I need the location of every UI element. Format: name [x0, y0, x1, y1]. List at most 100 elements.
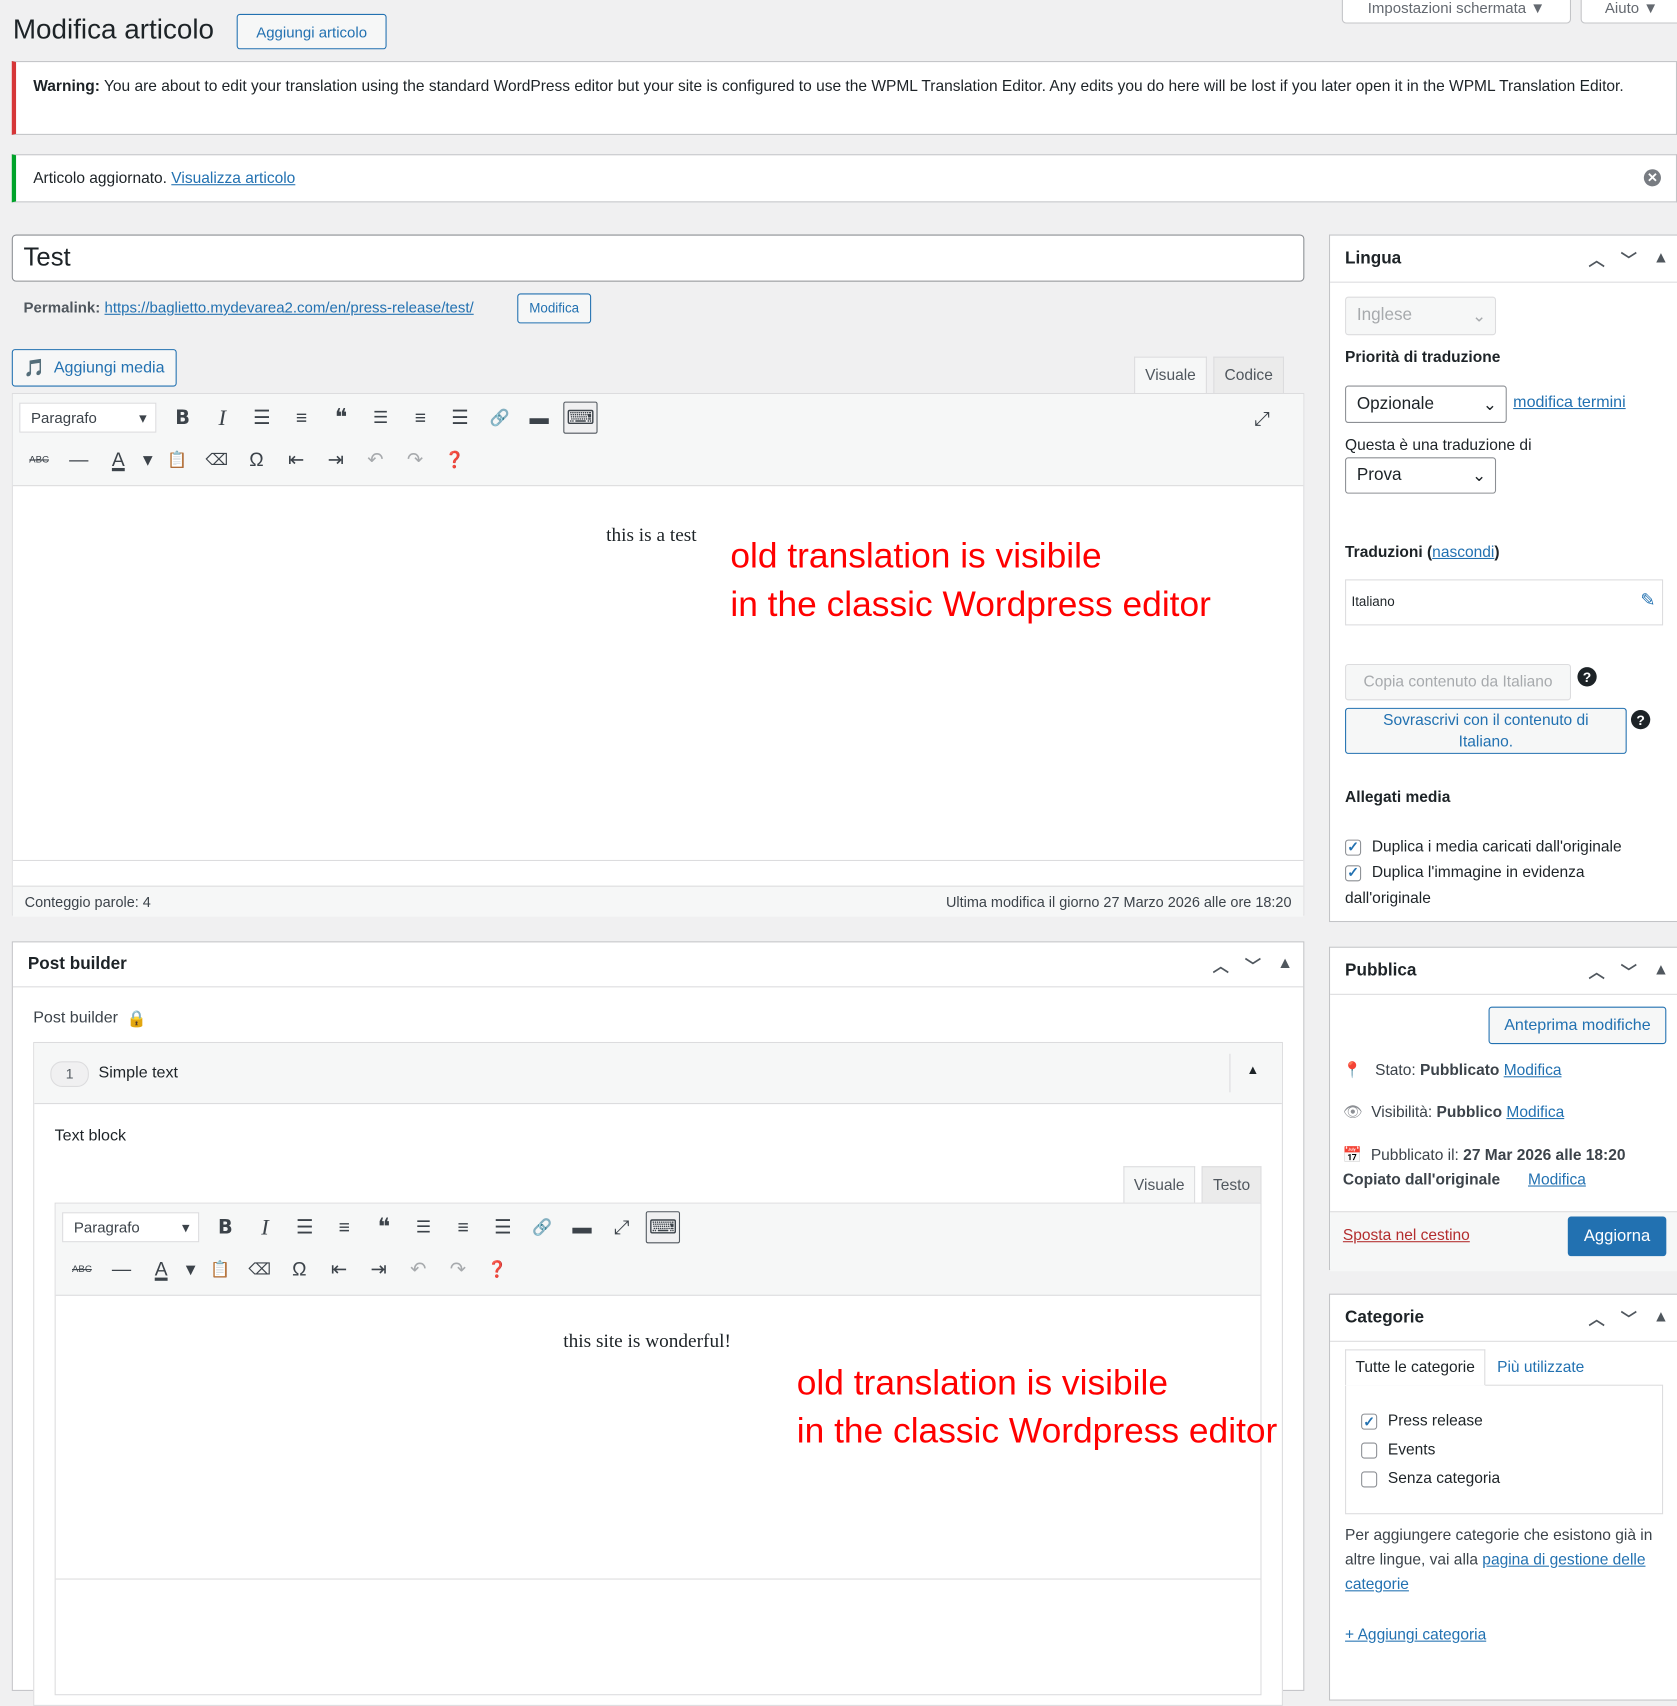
permalink-link[interactable]: https://baglietto.mydevarea2.com/en/pres… [105, 299, 474, 316]
bullet-list-icon[interactable]: ☰ [242, 402, 282, 434]
post-title-input[interactable]: Test [11, 234, 1305, 282]
post-builder-header[interactable]: Post builder ︿ ﹀ ▲ [12, 942, 1304, 988]
color-dropdown-icon[interactable]: ▾ [138, 443, 157, 475]
category-checkbox[interactable]: ✓ [1361, 1413, 1378, 1430]
read-more-icon[interactable]: ▬ [519, 402, 559, 434]
bold-icon[interactable]: B [206, 1211, 246, 1243]
align-center-icon[interactable]: ≡ [401, 402, 441, 434]
help-icon[interactable]: ? [1577, 667, 1597, 687]
numbered-list-icon[interactable]: ≡ [324, 1211, 364, 1243]
paste-text-icon[interactable]: 📋 [200, 1253, 240, 1285]
clear-formatting-icon[interactable]: ⌫ [197, 443, 237, 475]
special-character-icon[interactable]: Ω [280, 1253, 320, 1285]
move-up-icon[interactable]: ︿ [1581, 248, 1613, 270]
help-icon[interactable]: ❓ [435, 443, 475, 475]
format-select[interactable]: Paragrafo ▾ [19, 402, 157, 433]
block-toggle-icon[interactable]: ▲ [1247, 1062, 1260, 1077]
blockquote-icon[interactable]: ❝ [321, 402, 361, 434]
italic-icon[interactable]: I [202, 402, 242, 434]
translation-of-select[interactable]: Prova ⌄ [1345, 457, 1497, 494]
category-checkbox[interactable] [1361, 1471, 1378, 1488]
edit-visibility-link[interactable]: Modifica [1506, 1104, 1564, 1121]
dismiss-icon[interactable]: ✕ [1643, 169, 1661, 187]
preview-changes-button[interactable]: Anteprima modifiche [1488, 1006, 1667, 1045]
collapse-icon[interactable]: ▲ [1645, 248, 1677, 270]
blockquote-icon[interactable]: ❝ [364, 1211, 404, 1243]
strikethrough-icon[interactable]: ABC [62, 1253, 102, 1285]
undo-icon[interactable]: ↶ [356, 443, 396, 475]
clear-formatting-icon[interactable]: ⌫ [240, 1253, 280, 1285]
collapse-icon[interactable]: ▲ [1645, 961, 1677, 983]
fullscreen-icon[interactable]: ⤢ [1242, 403, 1282, 435]
horizontal-line-icon[interactable]: — [59, 443, 99, 475]
tab-most-used[interactable]: Più utilizzate [1497, 1359, 1584, 1376]
edit-status-link[interactable]: Modifica [1504, 1062, 1562, 1079]
move-up-icon[interactable]: ︿ [1205, 954, 1237, 976]
update-button[interactable]: Aggiorna [1567, 1216, 1667, 1257]
align-left-icon[interactable]: ☰ [404, 1211, 444, 1243]
move-to-trash-link[interactable]: Sposta nel cestino [1343, 1227, 1470, 1244]
block-header[interactable]: 1 Simple text ▲ [34, 1043, 1282, 1105]
collapse-icon[interactable]: ▲ [1645, 1308, 1677, 1330]
duplicate-media-checkbox[interactable]: ✓ [1345, 839, 1362, 856]
paste-text-icon[interactable]: 📋 [157, 443, 197, 475]
category-checkbox[interactable] [1361, 1442, 1378, 1459]
indent-icon[interactable]: ⇥ [316, 443, 356, 475]
add-media-button[interactable]: 🎵 Aggiungi media [11, 349, 177, 387]
block-tab-visual[interactable]: Visuale [1123, 1166, 1196, 1204]
toolbar-toggle-icon[interactable]: ⌨ [563, 401, 598, 434]
undo-icon[interactable]: ↶ [398, 1253, 438, 1285]
add-category-link[interactable]: + Aggiungi categoria [1345, 1627, 1486, 1644]
outdent-icon[interactable]: ⇤ [276, 443, 316, 475]
permalink-edit-button[interactable]: Modifica [517, 293, 592, 324]
move-down-icon[interactable]: ﹀ [1613, 248, 1645, 270]
align-left-icon[interactable]: ☰ [361, 402, 401, 434]
read-more-icon[interactable]: ▬ [562, 1211, 602, 1243]
move-up-icon[interactable]: ︿ [1581, 1308, 1613, 1330]
numbered-list-icon[interactable]: ≡ [282, 402, 322, 434]
collapse-icon[interactable]: ▲ [1269, 954, 1301, 976]
redo-icon[interactable]: ↷ [395, 443, 435, 475]
block-tab-text[interactable]: Testo [1201, 1166, 1262, 1204]
bullet-list-icon[interactable]: ☰ [285, 1211, 325, 1243]
duplicate-featured-checkbox[interactable]: ✓ [1345, 864, 1362, 881]
text-color-icon[interactable]: A [141, 1253, 181, 1285]
priority-select[interactable]: Opzionale ⌄ [1345, 385, 1507, 424]
pencil-icon[interactable]: ✎ [1640, 590, 1655, 611]
color-dropdown-icon[interactable]: ▾ [181, 1253, 200, 1285]
outdent-icon[interactable]: ⇤ [319, 1253, 359, 1285]
tab-code[interactable]: Codice [1213, 356, 1285, 395]
help-button[interactable]: Aiuto ▼ [1580, 0, 1677, 24]
edit-copied-link[interactable]: Modifica [1528, 1172, 1586, 1189]
screen-options-button[interactable]: Impostazioni schermata ▼ [1341, 0, 1572, 24]
horizontal-line-icon[interactable]: — [102, 1253, 142, 1285]
redo-icon[interactable]: ↷ [438, 1253, 478, 1285]
add-post-button[interactable]: Aggiungi articolo [236, 13, 387, 50]
italic-icon[interactable]: I [245, 1211, 285, 1243]
tab-visual[interactable]: Visuale [1134, 356, 1207, 395]
move-down-icon[interactable]: ﹀ [1237, 954, 1269, 976]
help-icon[interactable]: ❓ [478, 1253, 518, 1285]
link-icon[interactable]: 🔗 [480, 402, 520, 434]
bold-icon[interactable]: B [163, 402, 203, 434]
toolbar-toggle-icon[interactable]: ⌨ [645, 1211, 681, 1244]
move-down-icon[interactable]: ﹀ [1613, 1308, 1645, 1330]
categories-header[interactable]: Categorie ︿ ﹀ ▲ [1330, 1295, 1677, 1342]
publish-header[interactable]: Pubblica ︿ ﹀ ▲ [1330, 948, 1677, 995]
fullscreen-icon[interactable]: ⤢ [602, 1211, 642, 1243]
overwrite-content-button[interactable]: Sovrascrivi con il contenuto di Italiano… [1345, 707, 1627, 754]
align-right-icon[interactable]: ☰ [440, 402, 480, 434]
indent-icon[interactable]: ⇥ [359, 1253, 399, 1285]
move-down-icon[interactable]: ﹀ [1613, 961, 1645, 983]
strikethrough-icon[interactable]: ABC [19, 443, 59, 475]
special-character-icon[interactable]: Ω [237, 443, 277, 475]
align-right-icon[interactable]: ☰ [483, 1211, 523, 1243]
view-post-link[interactable]: Visualizza articolo [171, 167, 295, 191]
resize-area[interactable] [12, 859, 1304, 887]
edit-terms-link[interactable]: modifica termini [1513, 393, 1625, 411]
hide-translations-link[interactable]: nascondi [1432, 544, 1494, 561]
align-center-icon[interactable]: ≡ [443, 1211, 483, 1243]
help-icon[interactable]: ? [1630, 710, 1651, 730]
block-format-select[interactable]: Paragrafo ▾ [62, 1212, 200, 1243]
link-icon[interactable]: 🔗 [523, 1211, 563, 1243]
